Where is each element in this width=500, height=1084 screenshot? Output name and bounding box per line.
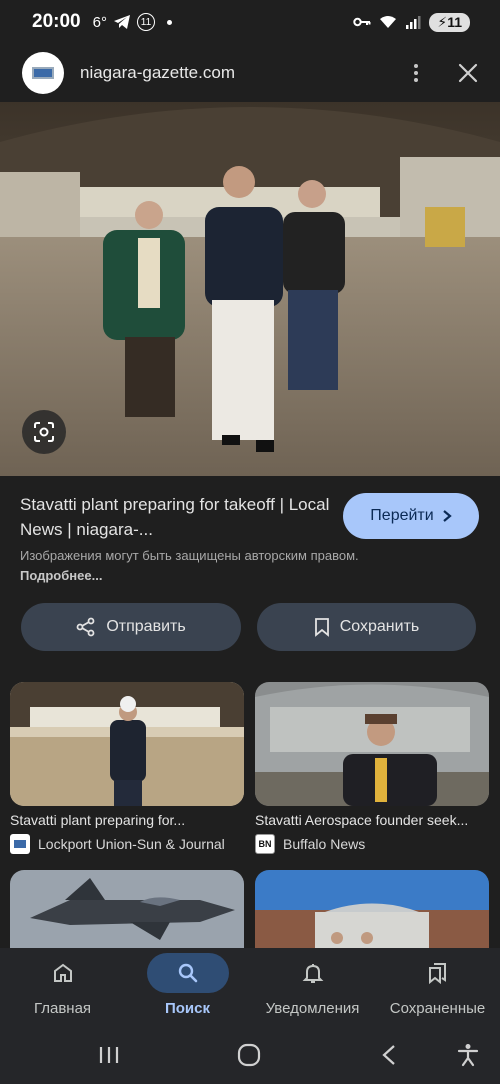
nav-item-search[interactable]: Поиск (125, 948, 250, 1028)
related-title-2[interactable]: Stavatti Aerospace founder seek... (255, 812, 489, 828)
related-source-name-2: Buffalo News (283, 836, 366, 852)
lens-button[interactable] (22, 410, 66, 454)
search-icon (178, 963, 197, 983)
close-icon[interactable] (458, 63, 478, 83)
related-source-2: BN Buffalo News (255, 834, 365, 854)
nav-item-notifications[interactable]: Уведомления (250, 948, 375, 1028)
status-left: 6° 11 (93, 13, 172, 31)
nav-label-saved: Сохраненные (389, 1000, 486, 1017)
nav-bell-icon-wrap (281, 956, 345, 990)
bookmarks-icon (428, 963, 446, 985)
header-actions (410, 60, 478, 86)
back-chevron-icon (382, 1045, 395, 1065)
related-image-3[interactable] (10, 870, 244, 948)
nav-label-home: Главная (33, 1000, 92, 1017)
related-thumb-3 (10, 870, 244, 948)
status-bar: 20:00 6° 11 ⚡11 (0, 0, 500, 44)
related-image-2[interactable] (255, 682, 489, 806)
back-button[interactable] (369, 1038, 409, 1072)
related-thumb-1 (10, 682, 244, 806)
share-button[interactable]: Отправить (21, 603, 241, 651)
related-title-1[interactable]: Stavatti plant preparing for... (10, 812, 244, 828)
related-image-4[interactable] (255, 870, 489, 948)
battery-level: 11 (447, 13, 462, 30)
temperature-text: 6° (92, 13, 107, 31)
nav-label-search: Поиск (164, 1000, 210, 1017)
buffalo-news-logo-icon: BN (255, 834, 275, 854)
share-icon (76, 617, 95, 637)
battery-indicator: ⚡11 (429, 12, 470, 32)
dot-icon (166, 19, 172, 25)
related-thumb-2 (255, 682, 489, 806)
result-title[interactable]: Stavatti plant preparing for takeoff | L… (20, 492, 330, 542)
key-icon (353, 17, 371, 27)
save-label: Сохранить (339, 618, 420, 635)
nav-item-saved[interactable]: Сохраненные (375, 948, 500, 1028)
recent-apps-button[interactable] (89, 1038, 129, 1072)
copyright-notice: Изображения могут быть защищены авторски… (20, 546, 380, 586)
lockport-logo-icon (10, 834, 30, 854)
site-domain[interactable]: niagara-gazette.com (80, 63, 235, 83)
home-system-button[interactable] (229, 1038, 269, 1072)
home-icon (53, 963, 72, 982)
signal-icon (406, 16, 421, 29)
status-right: ⚡11 (353, 12, 470, 32)
copyright-text: Изображения могут быть защищены авторски… (20, 548, 359, 563)
recent-apps-icon (99, 1047, 119, 1063)
nav-search-icon-wrap (146, 953, 229, 993)
notification-count-icon: 11 (136, 13, 155, 31)
nav-item-home[interactable]: Главная (0, 948, 125, 1028)
nav-label-notifications: Уведомления (265, 1000, 360, 1017)
accessibility-button[interactable] (448, 1038, 488, 1072)
related-source-name-1: Lockport Union-Sun & Journal (38, 836, 225, 852)
chevron-right-icon (442, 510, 452, 522)
visit-button-label: Перейти (370, 507, 434, 524)
google-lens-icon (34, 422, 54, 442)
status-time: 20:00 (32, 11, 81, 32)
more-options-icon[interactable] (410, 60, 422, 86)
visit-button[interactable]: Перейти (343, 493, 479, 539)
bookmark-icon (314, 618, 329, 637)
system-navigation-bar (0, 1028, 500, 1084)
buffalo-news-badge: BN (258, 839, 272, 849)
wifi-icon (380, 16, 397, 28)
site-header: niagara-gazette.com (0, 44, 500, 102)
share-label: Отправить (106, 618, 186, 635)
more-info-link[interactable]: Подробнее... (20, 568, 102, 583)
site-logo (22, 52, 64, 94)
notification-count: 11 (140, 16, 152, 28)
related-image-1[interactable] (10, 682, 244, 806)
hangar-photo (0, 102, 500, 476)
nav-home-icon-wrap (31, 956, 95, 990)
accessibility-icon (457, 1044, 479, 1067)
bottom-navigation: Главная Поиск Уведомления Сохраненные (0, 948, 500, 1028)
bell-icon (302, 964, 323, 983)
related-thumb-4 (255, 870, 489, 948)
telegram-icon (113, 15, 130, 29)
save-button[interactable]: Сохранить (257, 603, 476, 651)
nav-saved-icon-wrap (406, 956, 470, 990)
home-circle-icon (237, 1043, 261, 1067)
related-source-1: Lockport Union-Sun & Journal (10, 834, 225, 854)
main-image[interactable] (0, 102, 500, 476)
